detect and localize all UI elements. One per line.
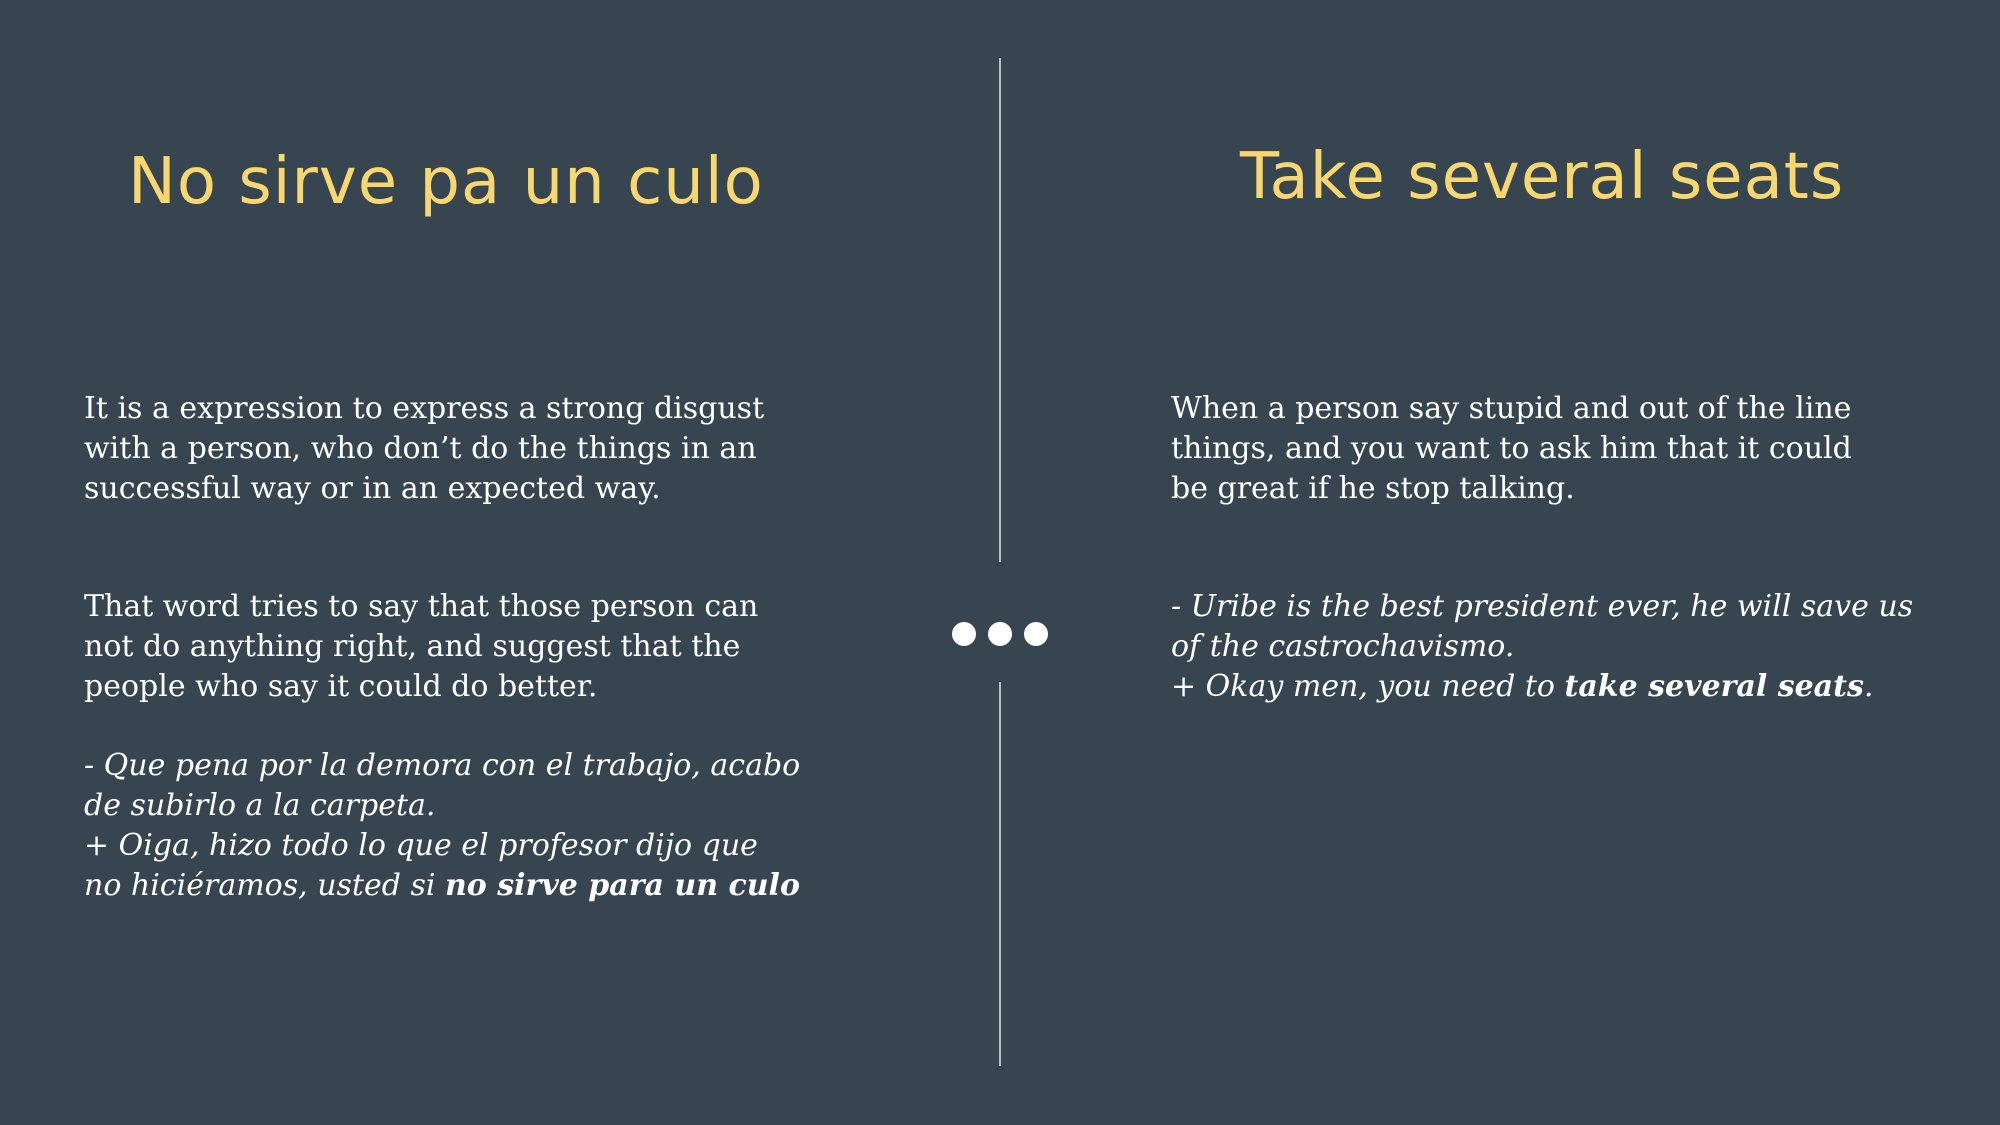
left-example-emphasis: no sirve para un culo (444, 868, 800, 903)
left-explanation: That word tries to say that those person… (84, 587, 804, 707)
left-definition: It is a expression to express a strong d… (84, 389, 804, 509)
left-title: No sirve pa un culo (128, 145, 764, 219)
left-example-line1: - Que pena por la demora con el trabajo,… (84, 748, 801, 823)
divider-line-bottom (999, 682, 1001, 1066)
right-example: - Uribe is the best president ever, he w… (1171, 587, 1931, 707)
ellipsis-dots-icon (950, 622, 1050, 648)
right-example-line1: - Uribe is the best president ever, he w… (1171, 589, 1914, 664)
dot (988, 622, 1012, 646)
left-example-line2: + Oiga, hizo todo lo que el profesor dij… (84, 826, 804, 906)
right-example-emphasis: take several seats (1564, 669, 1864, 704)
right-example-line2: + Okay men, you need to take several sea… (1171, 667, 1931, 707)
dot (1024, 622, 1048, 646)
left-explanation-text: That word tries to say that those person… (84, 589, 759, 704)
right-example-line2-suffix: . (1863, 669, 1874, 704)
dot (952, 622, 976, 646)
slide: No sirve pa un culo It is a expression t… (0, 0, 2000, 1125)
left-example: - Que pena por la demora con el trabajo,… (84, 746, 804, 906)
divider-line-top (999, 58, 1001, 562)
right-definition-text: When a person say stupid and out of the … (1171, 391, 1852, 506)
left-definition-text: It is a expression to express a strong d… (84, 391, 765, 506)
right-definition: When a person say stupid and out of the … (1171, 389, 1891, 509)
right-title: Take several seats (1240, 140, 1845, 214)
right-example-line2-prefix: + Okay men, you need to (1171, 669, 1565, 704)
